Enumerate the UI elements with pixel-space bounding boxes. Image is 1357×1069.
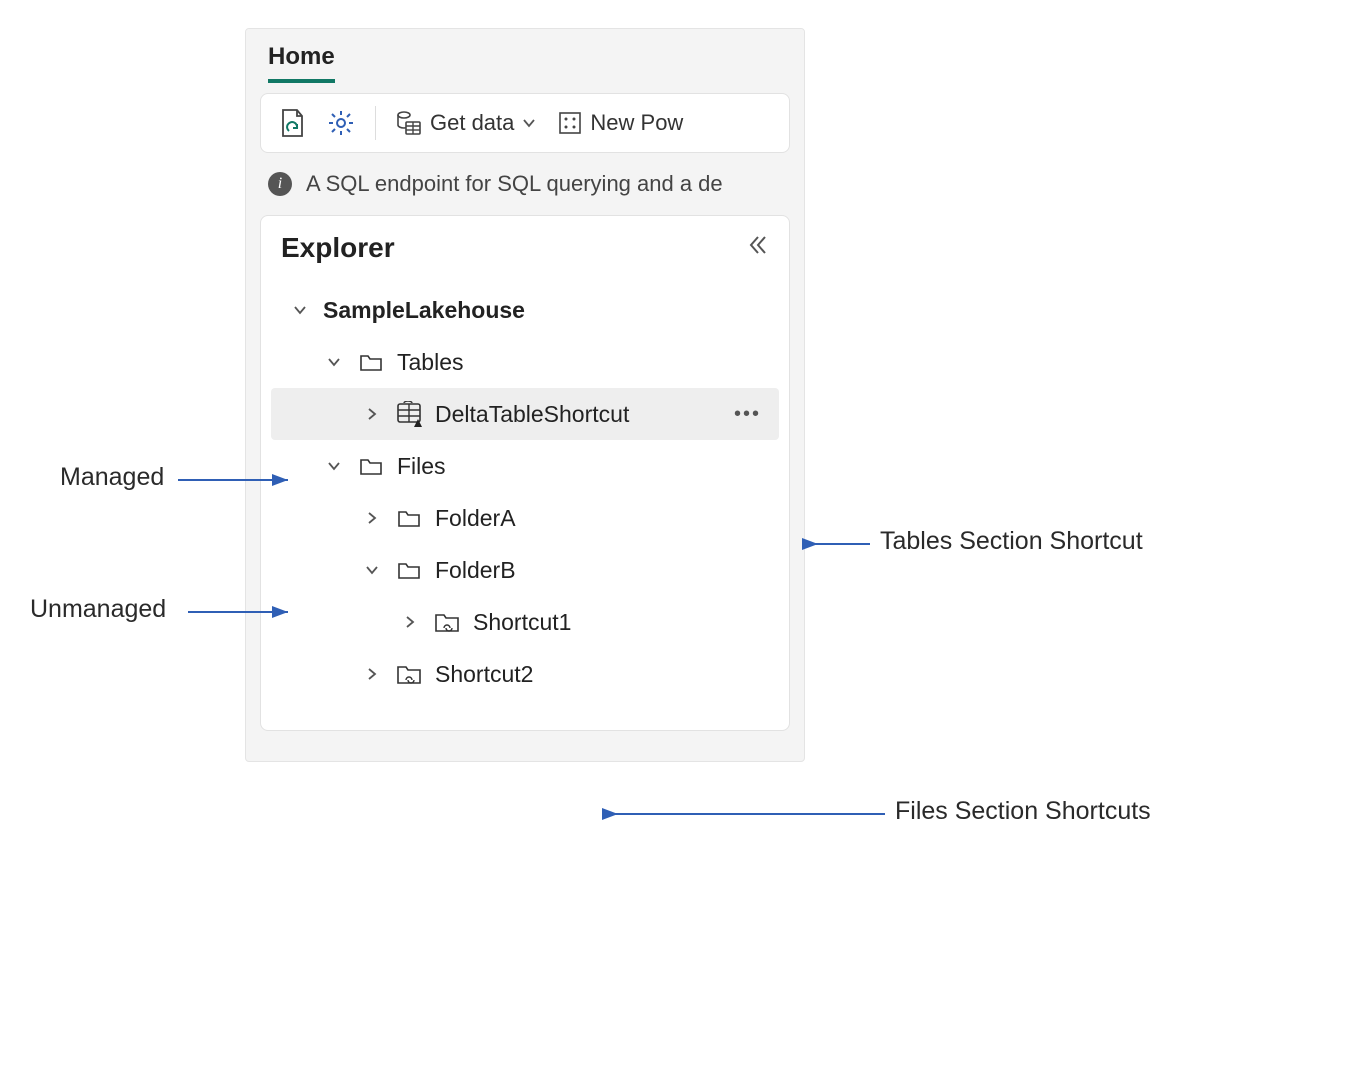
node-files[interactable]: Files (271, 440, 779, 492)
folder-icon (357, 456, 385, 476)
folder-icon (357, 352, 385, 372)
more-options-button[interactable]: ••• (728, 403, 767, 426)
new-pow-button[interactable]: New Pow (552, 106, 689, 140)
grid-icon (558, 111, 582, 135)
tab-home[interactable]: Home (268, 43, 335, 83)
chevron-right-icon[interactable] (361, 661, 383, 688)
folder-b-label: FolderB (435, 557, 767, 584)
annotation-files-shortcuts: Files Section Shortcuts (895, 797, 1151, 826)
database-table-icon (396, 110, 422, 136)
tables-label: Tables (397, 349, 767, 376)
toolbar: Get data New Pow (260, 93, 790, 153)
info-icon: i (268, 172, 292, 196)
chevron-right-icon[interactable] (361, 401, 383, 428)
tree: SampleLakehouse Tables (271, 284, 779, 700)
annotation-unmanaged: Unmanaged (30, 595, 166, 624)
tab-bar: Home (246, 29, 804, 83)
node-shortcut2[interactable]: Shortcut2 (271, 648, 779, 700)
arrow-files-shortcuts (610, 806, 890, 826)
node-folder-a[interactable]: FolderA (271, 492, 779, 544)
page-refresh-icon (279, 108, 305, 138)
annotation-tables-shortcut: Tables Section Shortcut (880, 527, 1143, 556)
folder-icon (395, 560, 423, 580)
chevron-right-icon[interactable] (361, 505, 383, 532)
chevron-right-icon[interactable] (399, 609, 421, 636)
gear-icon (327, 109, 355, 137)
info-text: A SQL endpoint for SQL querying and a de (306, 171, 723, 197)
chevron-down-icon[interactable] (289, 297, 311, 324)
arrow-managed (178, 472, 298, 492)
folder-icon (395, 508, 423, 528)
delta-table-shortcut-icon (395, 401, 423, 427)
delta-shortcut-label: DeltaTableShortcut (435, 401, 716, 428)
annotation-managed: Managed (60, 463, 164, 492)
new-pow-label: New Pow (590, 110, 683, 136)
node-root[interactable]: SampleLakehouse (271, 284, 779, 336)
root-label: SampleLakehouse (323, 297, 767, 324)
explorer-title: Explorer (281, 232, 395, 264)
settings-button[interactable] (321, 105, 361, 141)
collapse-pane-button[interactable] (747, 234, 769, 262)
chevron-down-icon[interactable] (361, 557, 383, 584)
files-label: Files (397, 453, 767, 480)
chevron-double-left-icon (747, 234, 769, 256)
toolbar-separator (375, 106, 376, 140)
folder-shortcut-icon (433, 611, 461, 633)
node-tables[interactable]: Tables (271, 336, 779, 388)
shortcut1-label: Shortcut1 (473, 609, 767, 636)
explorer-pane: Explorer SampleLakehouse (260, 215, 790, 731)
arrow-unmanaged (188, 604, 298, 624)
get-data-button[interactable]: Get data (390, 106, 542, 140)
folder-a-label: FolderA (435, 505, 767, 532)
node-shortcut1[interactable]: Shortcut1 (271, 596, 779, 648)
lakehouse-explorer-panel: Home (245, 28, 805, 762)
node-delta-shortcut[interactable]: DeltaTableShortcut ••• (271, 388, 779, 440)
info-banner: i A SQL endpoint for SQL querying and a … (246, 153, 804, 215)
node-folder-b[interactable]: FolderB (271, 544, 779, 596)
chevron-down-icon[interactable] (323, 453, 345, 480)
refresh-button[interactable] (273, 104, 311, 142)
chevron-down-icon (522, 116, 536, 130)
get-data-label: Get data (430, 110, 514, 136)
arrow-tables-shortcut (810, 536, 880, 556)
shortcut2-label: Shortcut2 (435, 661, 767, 688)
chevron-down-icon[interactable] (323, 349, 345, 376)
folder-shortcut-icon (395, 663, 423, 685)
